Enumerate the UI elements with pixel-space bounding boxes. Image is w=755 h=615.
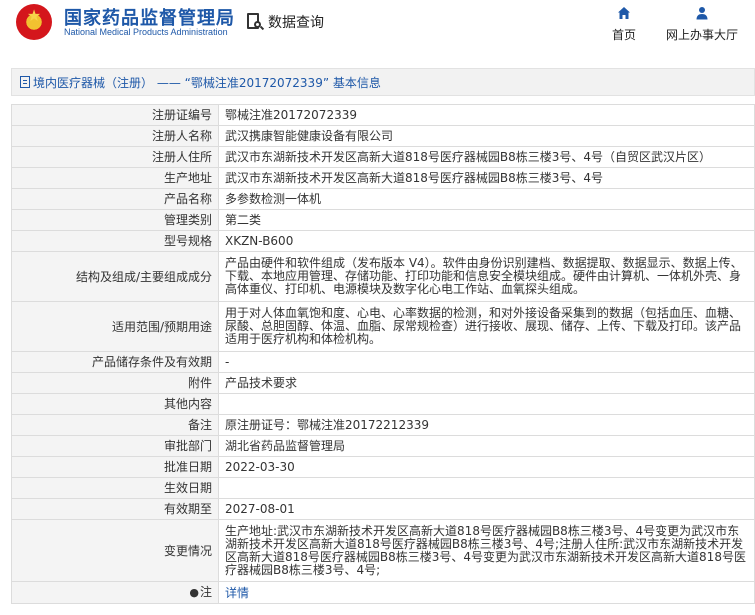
- field-key: 注册证编号: [11, 104, 219, 126]
- nav-online-office-label: 网上办事大厅: [665, 28, 738, 42]
- field-key: 附件: [11, 372, 219, 394]
- breadcrumb-text: 境内医疗器械（注册） —— “鄂械注准20172072339” 基本信息: [33, 75, 381, 90]
- field-key: 批准日期: [11, 456, 219, 478]
- field-value: 产品技术要求: [218, 372, 755, 394]
- table-row: 结构及组成/主要组成成分 产品由硬件和软件组成（发布版本 V4）。软件由身份识别建…: [11, 251, 755, 302]
- field-value: -: [218, 351, 755, 373]
- table-row: 注册人名称 武汉携康智能健康设备有限公司: [11, 125, 755, 147]
- data-query-label: 数据查询: [268, 15, 324, 31]
- site-name-en[interactable]: National Medical Products Administration: [64, 27, 228, 37]
- table-row: 备注 原注册证号：鄂械注准20172212339: [11, 414, 755, 436]
- field-value: 第二类: [218, 209, 755, 231]
- table-row: 注册人住所 武汉市东湖新技术开发区高新大道818号医疗器械园B8栋三楼3号、4号（…: [11, 146, 755, 168]
- field-value: 用于对人体血氧饱和度、心电、心率数据的检测，和对外接设备采集到的数据（包括血压、…: [218, 301, 755, 352]
- field-key: 产品名称: [11, 188, 219, 210]
- pin-icon: ●: [189, 586, 199, 599]
- table-row: 生产地址 武汉市东湖新技术开发区高新大道818号医疗器械园B8栋三楼3号、4号: [11, 167, 755, 189]
- table-row: 管理类别 第二类: [11, 209, 755, 231]
- field-key: 产品储存条件及有效期: [11, 351, 219, 373]
- table-row: 适用范围/预期用途 用于对人体血氧饱和度、心电、心率数据的检测，和对外接设备采集到…: [11, 301, 755, 352]
- data-query-link[interactable]: 数据查询: [246, 11, 324, 33]
- field-value: 产品由硬件和软件组成（发布版本 V4）。软件由身份识别建档、数据提取、数据显示、…: [218, 251, 755, 302]
- field-key: 适用范围/预期用途: [11, 301, 219, 352]
- table-row: 批准日期 2022-03-30: [11, 456, 755, 478]
- table-row: 型号规格 XKZN-B600: [11, 230, 755, 252]
- table-row: 其他内容: [11, 393, 755, 415]
- table-row: 生效日期: [11, 477, 755, 499]
- field-value: 鄂械注准20172072339: [218, 104, 755, 126]
- field-key: 注册人住所: [11, 146, 219, 168]
- field-value: [218, 393, 755, 415]
- field-value: 武汉市东湖新技术开发区高新大道818号医疗器械园B8栋三楼3号、4号: [218, 167, 755, 189]
- nav-online-office[interactable]: 网上办事大厅: [660, 6, 744, 43]
- field-key: 注册人名称: [11, 125, 219, 147]
- field-key: 结构及组成/主要组成成分: [11, 251, 219, 302]
- table-row: 注册证编号 鄂械注准20172072339: [11, 104, 755, 126]
- field-key: 管理类别: [11, 209, 219, 231]
- field-value: 多参数检测一体机: [218, 188, 755, 210]
- table-row: 变更情况 生产地址:武汉市东湖新技术开发区高新大道818号医疗器械园B8栋三楼3号…: [11, 519, 755, 582]
- field-key: 其他内容: [11, 393, 219, 415]
- field-value: 原注册证号：鄂械注准20172212339: [218, 414, 755, 436]
- field-key: 型号规格: [11, 230, 219, 252]
- nav-home-label: 首页: [611, 28, 636, 42]
- field-key: 生产地址: [11, 167, 219, 189]
- table-row: 产品名称 多参数检测一体机: [11, 188, 755, 210]
- table-row: ●注 详情: [11, 581, 755, 604]
- table-row: 附件 产品技术要求: [11, 372, 755, 394]
- field-key: 生效日期: [11, 477, 219, 499]
- field-value: 2027-08-01: [218, 498, 755, 520]
- field-key: 备注: [11, 414, 219, 436]
- note-key: ●注: [11, 581, 219, 604]
- field-key: 变更情况: [11, 519, 219, 582]
- field-key: 审批部门: [11, 435, 219, 457]
- note-key-label: 注: [199, 585, 212, 599]
- field-value: 生产地址:武汉市东湖新技术开发区高新大道818号医疗器械园B8栋三楼3号、4号变…: [218, 519, 755, 582]
- national-emblem-icon: [16, 4, 52, 40]
- field-key: 有效期至: [11, 498, 219, 520]
- breadcrumb: 境内医疗器械（注册） —— “鄂械注准20172072339” 基本信息: [11, 68, 755, 96]
- field-value: 2022-03-30: [218, 456, 755, 478]
- field-value: 武汉市东湖新技术开发区高新大道818号医疗器械园B8栋三楼3号、4号（自贸区武汉…: [218, 146, 755, 168]
- home-icon: [584, 6, 664, 24]
- field-value: 详情: [218, 581, 755, 604]
- field-value: [218, 477, 755, 499]
- field-value: 湖北省药品监督管理局: [218, 435, 755, 457]
- table-row: 产品储存条件及有效期 -: [11, 351, 755, 373]
- nav-home[interactable]: 首页: [584, 6, 664, 43]
- site-header: 国家药品监督管理局 National Medical Products Admi…: [0, 0, 755, 56]
- field-value: 武汉携康智能健康设备有限公司: [218, 125, 755, 147]
- user-icon: [660, 6, 744, 24]
- field-value: XKZN-B600: [218, 230, 755, 252]
- table-row: 有效期至 2027-08-01: [11, 498, 755, 520]
- document-icon: [20, 76, 30, 88]
- registration-info-table: 注册证编号 鄂械注准20172072339 注册人名称 武汉携康智能健康设备有限公司…: [11, 104, 755, 604]
- table-row: 审批部门 湖北省药品监督管理局: [11, 435, 755, 457]
- details-link[interactable]: 详情: [225, 586, 249, 600]
- document-search-icon: [246, 12, 265, 32]
